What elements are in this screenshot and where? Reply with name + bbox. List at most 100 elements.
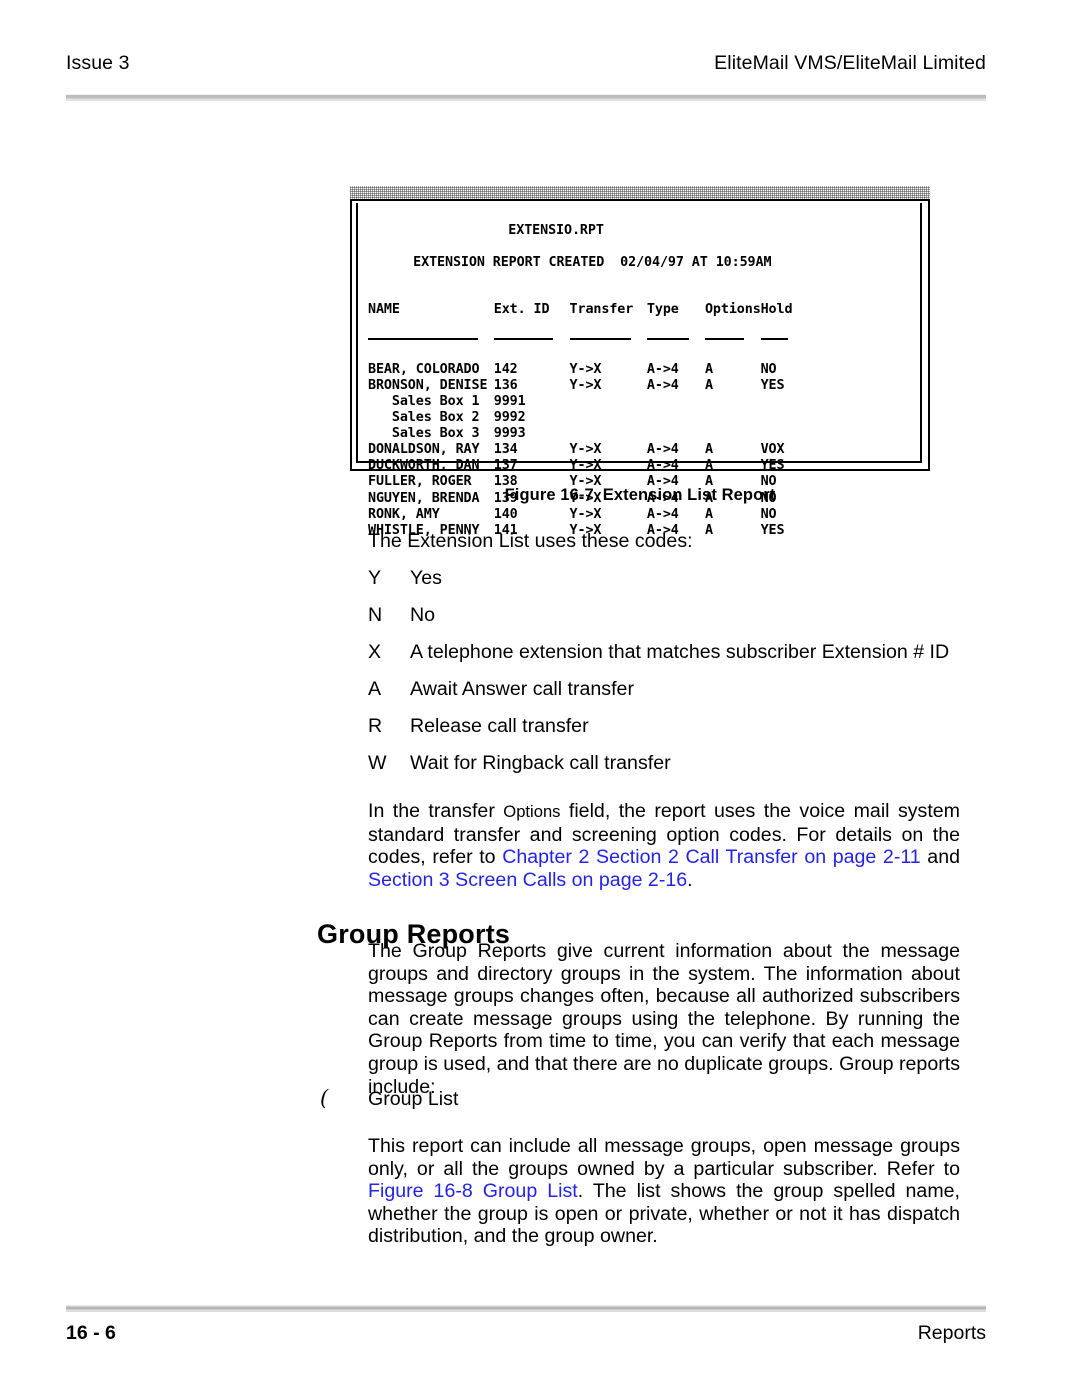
code-definition-row: Y Yes bbox=[368, 567, 968, 589]
table-cell-hold: NO bbox=[760, 361, 777, 377]
code-definition-row: R Release call transfer bbox=[368, 715, 968, 737]
table-cell-type: A->4 bbox=[646, 442, 679, 458]
table-cell-type: A->4 bbox=[646, 377, 679, 393]
table-cell-name: DUCKWORTH, DAN bbox=[368, 458, 480, 474]
table-cell-ext: 134 bbox=[493, 442, 518, 458]
options-para-part4: . bbox=[687, 868, 693, 891]
col-header-type: Type bbox=[646, 302, 679, 318]
options-para-part3: and bbox=[920, 846, 960, 869]
table-cell-type: A->4 bbox=[646, 458, 679, 474]
table-cell-transfer: Y->X bbox=[569, 506, 602, 522]
xref-call-transfer-link[interactable]: Chapter 2 Section 2 Call Transfer on pag… bbox=[502, 846, 921, 868]
table-cell-hold: NO bbox=[760, 506, 777, 522]
table-cell-name: Sales Box 1 bbox=[368, 393, 480, 409]
code-key: Y bbox=[368, 567, 382, 589]
table-cell-name: Sales Box 3 bbox=[368, 426, 480, 442]
table-row: RONK, AMY 140 Y->X A->4 A NO bbox=[368, 507, 916, 523]
document-page: Issue 3 EliteMail VMS/EliteMail Limited … bbox=[0, 0, 1080, 1397]
table-cell-options: A bbox=[704, 506, 713, 522]
table-cell-name: DONALDSON, RAY bbox=[368, 442, 480, 458]
table-cell-transfer: Y->X bbox=[569, 377, 602, 393]
table-row: DONALDSON, RAY 134 Y->X A->4 A VOX bbox=[368, 442, 916, 458]
column-underline-rules bbox=[368, 336, 916, 344]
table-cell-type: A->4 bbox=[646, 506, 679, 522]
figure-extension-list-report: EXTENSIO.RPT EXTENSION REPORT CREATED 02… bbox=[350, 186, 930, 538]
code-key: R bbox=[368, 715, 383, 737]
code-definition-row: X A telephone extension that matches subs… bbox=[368, 641, 968, 663]
table-cell-ext: 142 bbox=[493, 361, 518, 377]
table-cell-transfer: Y->X bbox=[569, 442, 602, 458]
table-cell-name: BEAR, COLORADO bbox=[368, 361, 480, 377]
table-cell-type: A->4 bbox=[646, 361, 679, 377]
table-cell-ext: 9992 bbox=[493, 410, 526, 426]
table-cell-ext: 140 bbox=[493, 506, 518, 522]
options-para-part1: In the transfer bbox=[368, 800, 504, 822]
header-product-label: EliteMail VMS/EliteMail Limited bbox=[714, 52, 986, 74]
header-divider-rule bbox=[66, 94, 986, 101]
report-rows-container: BEAR, COLORADO 142 Y->X A->4 A NO BRONSON, DEN… bbox=[368, 362, 916, 539]
table-cell-options: A bbox=[704, 442, 713, 458]
terminal-screen: EXTENSIO.RPT EXTENSION REPORT CREATED 02… bbox=[368, 207, 916, 538]
table-cell-ext: 136 bbox=[493, 377, 518, 393]
report-filename: EXTENSIO.RPT bbox=[508, 223, 604, 239]
header-issue-label: Issue 3 bbox=[66, 52, 130, 74]
extension-codes-list: Y Yes N No X A telephone extension that match… bbox=[368, 567, 968, 789]
scan-noise-band bbox=[350, 186, 930, 200]
report-created-line: EXTENSION REPORT CREATED 02/04/97 AT 10:… bbox=[413, 255, 772, 271]
figure-caption-title: Extension List Report bbox=[602, 486, 776, 504]
report-column-headers: NAME Ext. ID Transfer Type OptionsHold bbox=[368, 302, 916, 318]
phone-bullet-icon: ( bbox=[320, 1086, 329, 1110]
code-meaning: Release call transfer bbox=[410, 715, 589, 737]
rule-name bbox=[368, 337, 478, 340]
xref-screen-calls-link[interactable]: Section 3 Screen Calls on page 2-16 bbox=[368, 869, 687, 891]
terminal-inner-border: EXTENSIO.RPT EXTENSION REPORT CREATED 02… bbox=[356, 203, 922, 538]
table-cell-options: A bbox=[704, 361, 713, 377]
code-meaning: Wait for Ringback call transfer bbox=[410, 752, 671, 774]
code-definition-row: A Await Answer call transfer bbox=[368, 678, 968, 700]
bullet-label-group-list: Group List bbox=[368, 1088, 459, 1110]
table-cell-transfer: Y->X bbox=[569, 458, 602, 474]
code-definition-row: N No bbox=[368, 604, 968, 626]
grouplist-para-part1: This report can include all message grou… bbox=[368, 1135, 960, 1180]
list-item-group-list: ( Group List bbox=[320, 1086, 920, 1111]
col-header-name: NAME bbox=[368, 302, 400, 318]
code-meaning: No bbox=[410, 604, 436, 626]
code-meaning: Await Answer call transfer bbox=[410, 678, 634, 700]
group-list-description-paragraph: This report can include all message grou… bbox=[368, 1135, 960, 1248]
col-header-hold: Hold bbox=[760, 302, 793, 318]
codes-intro-text: The Extension List uses these codes: bbox=[368, 530, 693, 552]
table-cell-ext: 137 bbox=[493, 458, 518, 474]
figure-caption: Figure 16-7 Extension List Report bbox=[350, 486, 930, 505]
table-cell-name: BRONSON, DENISE bbox=[368, 377, 488, 393]
terminal-frame: EXTENSIO.RPT EXTENSION REPORT CREATED 02… bbox=[350, 199, 930, 538]
code-key: X bbox=[368, 641, 382, 663]
running-header: Issue 3 EliteMail VMS/EliteMail Limited bbox=[66, 52, 986, 75]
code-key: N bbox=[368, 604, 383, 626]
transfer-options-paragraph: In the transfer Options field, the repor… bbox=[368, 800, 960, 891]
footer-divider-rule bbox=[66, 1305, 986, 1312]
table-cell-ext: 9993 bbox=[493, 426, 526, 442]
xref-figure-16-8-link[interactable]: Figure 16-8 Group List bbox=[368, 1180, 578, 1202]
table-row: Sales Box 3 9993 bbox=[368, 426, 916, 442]
table-row: DUCKWORTH, DAN 137 Y->X A->4 A YES bbox=[368, 458, 916, 474]
table-row: BRONSON, DENISE 136 Y->X A->4 A YES bbox=[368, 378, 916, 394]
footer-section-label: Reports bbox=[917, 1322, 986, 1344]
table-row: BEAR, COLORADO 142 Y->X A->4 A NO bbox=[368, 362, 916, 378]
group-reports-paragraph: The Group Reports give current informati… bbox=[368, 940, 960, 1098]
col-header-transfer: Transfer bbox=[569, 302, 634, 318]
code-key: W bbox=[368, 752, 387, 774]
rule-type bbox=[646, 337, 689, 340]
table-row: Sales Box 2 9992 bbox=[368, 410, 916, 426]
table-cell-options: A bbox=[704, 377, 713, 393]
rule-options bbox=[704, 337, 745, 340]
code-key: A bbox=[368, 678, 382, 700]
rule-ext bbox=[493, 337, 554, 340]
table-cell-options: A bbox=[704, 458, 713, 474]
code-definition-row: W Wait for Ringback call transfer bbox=[368, 752, 968, 774]
code-meaning: A telephone extension that matches subsc… bbox=[410, 641, 950, 663]
footer-page-number: 16 - 6 bbox=[66, 1322, 116, 1344]
col-header-ext-id: Ext. ID bbox=[493, 302, 550, 318]
options-field-name: Options bbox=[503, 802, 561, 821]
rule-transfer bbox=[569, 337, 631, 340]
table-cell-hold: VOX bbox=[760, 442, 785, 458]
